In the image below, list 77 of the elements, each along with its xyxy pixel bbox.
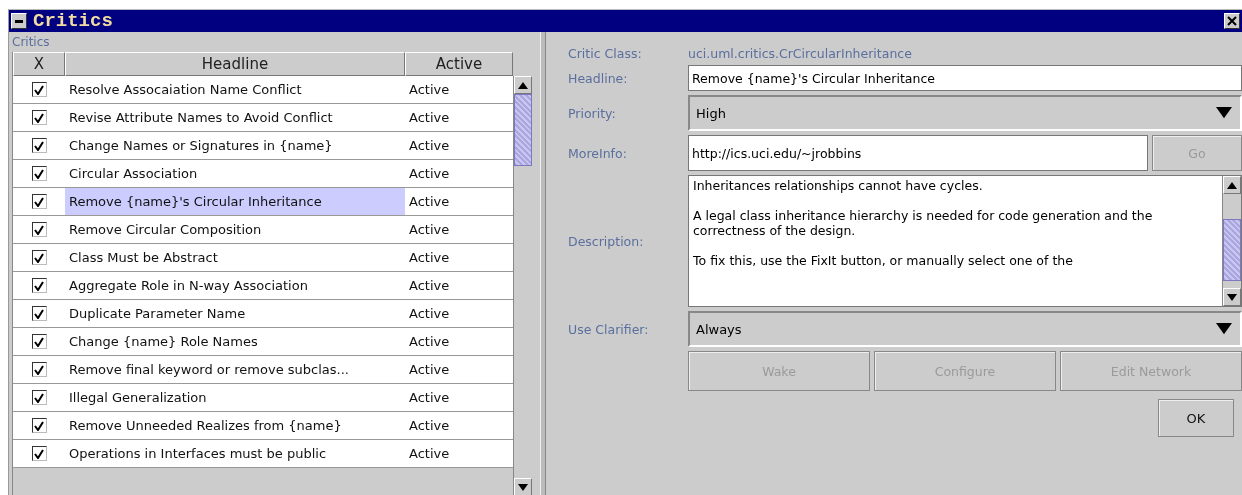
headline-cell[interactable]: Remove {name}'s Circular Inheritance [65, 188, 405, 215]
dropdown[interactable]: Always [688, 311, 1242, 347]
headline-cell[interactable]: Remove final keyword or remove subclas... [65, 356, 405, 383]
column-header[interactable]: Headline [65, 52, 405, 76]
checkbox[interactable] [31, 166, 47, 181]
checkbox[interactable] [31, 82, 47, 97]
status-cell-text: Active [408, 305, 451, 323]
scroll-down-icon [1227, 293, 1237, 301]
checkbox[interactable] [31, 250, 47, 265]
headline-cell[interactable]: Remove Circular Composition [65, 216, 405, 243]
caret-icon [1216, 323, 1232, 335]
headline-cell[interactable]: Revise Attribute Names to Avoid Conflict [65, 104, 405, 131]
headline-cell[interactable]: Resolve Assocaiation Name Conflict [65, 76, 405, 103]
description-text: To fix this, use the FixIt button, or manually select one of the [693, 253, 1074, 268]
checkbox[interactable] [31, 446, 47, 461]
headline-cell[interactable]: Illegal Generalization [65, 384, 405, 411]
field-label: Description: [568, 233, 645, 249]
status-cell-text: Active [408, 389, 451, 407]
field-label: Critic Class: [568, 46, 643, 61]
status-cell-text: Active [408, 333, 451, 351]
caret-icon [1216, 107, 1232, 119]
field-label: Use Clarifier: [568, 321, 650, 337]
field-label: MoreInfo: [568, 145, 628, 161]
status-cell-text: Active [408, 193, 451, 211]
status-cell-text: Active [408, 109, 451, 127]
close-icon [1227, 16, 1237, 26]
checkbox[interactable] [31, 418, 47, 433]
status-cell-text: Active [408, 249, 451, 267]
status-cell-text: Active [408, 361, 451, 379]
headline-cell[interactable]: Aggregate Role in N-way Association [65, 272, 405, 299]
url-field[interactable]: http://ics.uci.edu/~jrobbins [688, 135, 1148, 171]
column-header[interactable]: Active [405, 52, 513, 76]
status-cell-text: Active [408, 277, 451, 295]
checkbox[interactable] [31, 222, 47, 237]
headline-cell[interactable]: Class Must be Abstract [65, 244, 405, 271]
checkbox[interactable] [31, 278, 47, 293]
field-label: Headline: [568, 70, 629, 86]
status-cell-text: Active [408, 417, 451, 435]
status-cell-text: Active [408, 221, 451, 239]
status-cell-text: Active [408, 165, 451, 183]
minimize-icon [15, 19, 23, 23]
scroll-thumb[interactable] [1223, 218, 1241, 281]
description-text: A legal class inheritance hierarchy is needed for code generation and the correctness of the design. [693, 208, 1154, 238]
ok-button[interactable]: OK [1158, 399, 1234, 437]
status-cell-text: Active [408, 445, 451, 463]
headline-cell[interactable]: Operations in Interfaces must be public [65, 440, 405, 467]
checkbox[interactable] [31, 390, 47, 405]
scrollbar[interactable] [513, 76, 532, 495]
dropdown[interactable]: High [688, 95, 1242, 131]
close-button[interactable] [1224, 13, 1240, 29]
headline-field[interactable]: Remove {name}'s Circular Inheritance [688, 65, 1242, 91]
column-header[interactable]: X [13, 52, 65, 76]
status-cell-text: Active [408, 137, 451, 155]
window-title: Critics [33, 10, 114, 32]
headline-cell[interactable]: Remove Unneeded Realizes from {name} [65, 412, 405, 439]
checkbox[interactable] [31, 194, 47, 209]
checkbox[interactable] [31, 334, 47, 349]
scroll-thumb[interactable] [514, 94, 532, 166]
headline-cell[interactable]: Change Names or Signatures in {name} [65, 132, 405, 159]
description-area[interactable] [688, 175, 1242, 307]
panel-label: Critics [12, 34, 51, 51]
checkbox[interactable] [31, 362, 47, 377]
description-text: Inheritances relationships cannot have cycles. [693, 178, 984, 193]
headline-cell[interactable]: Circular Association [65, 160, 405, 187]
checkbox[interactable] [31, 110, 47, 125]
headline-cell[interactable]: Change {name} Role Names [65, 328, 405, 355]
checkbox[interactable] [31, 306, 47, 321]
checkbox[interactable] [31, 138, 47, 153]
headline-cell[interactable]: Duplicate Parameter Name [65, 300, 405, 327]
critic-class-text: uci.uml.critics.CrCircularInheritance [688, 46, 913, 61]
scroll-down-icon [518, 483, 528, 491]
field-label: Priority: [568, 105, 617, 121]
minimize-button[interactable] [11, 13, 27, 29]
scroll-up-icon [1227, 181, 1237, 189]
scroll-up-icon [518, 81, 528, 89]
status-cell-text: Active [408, 81, 451, 99]
scrollbar[interactable] [1222, 176, 1241, 306]
